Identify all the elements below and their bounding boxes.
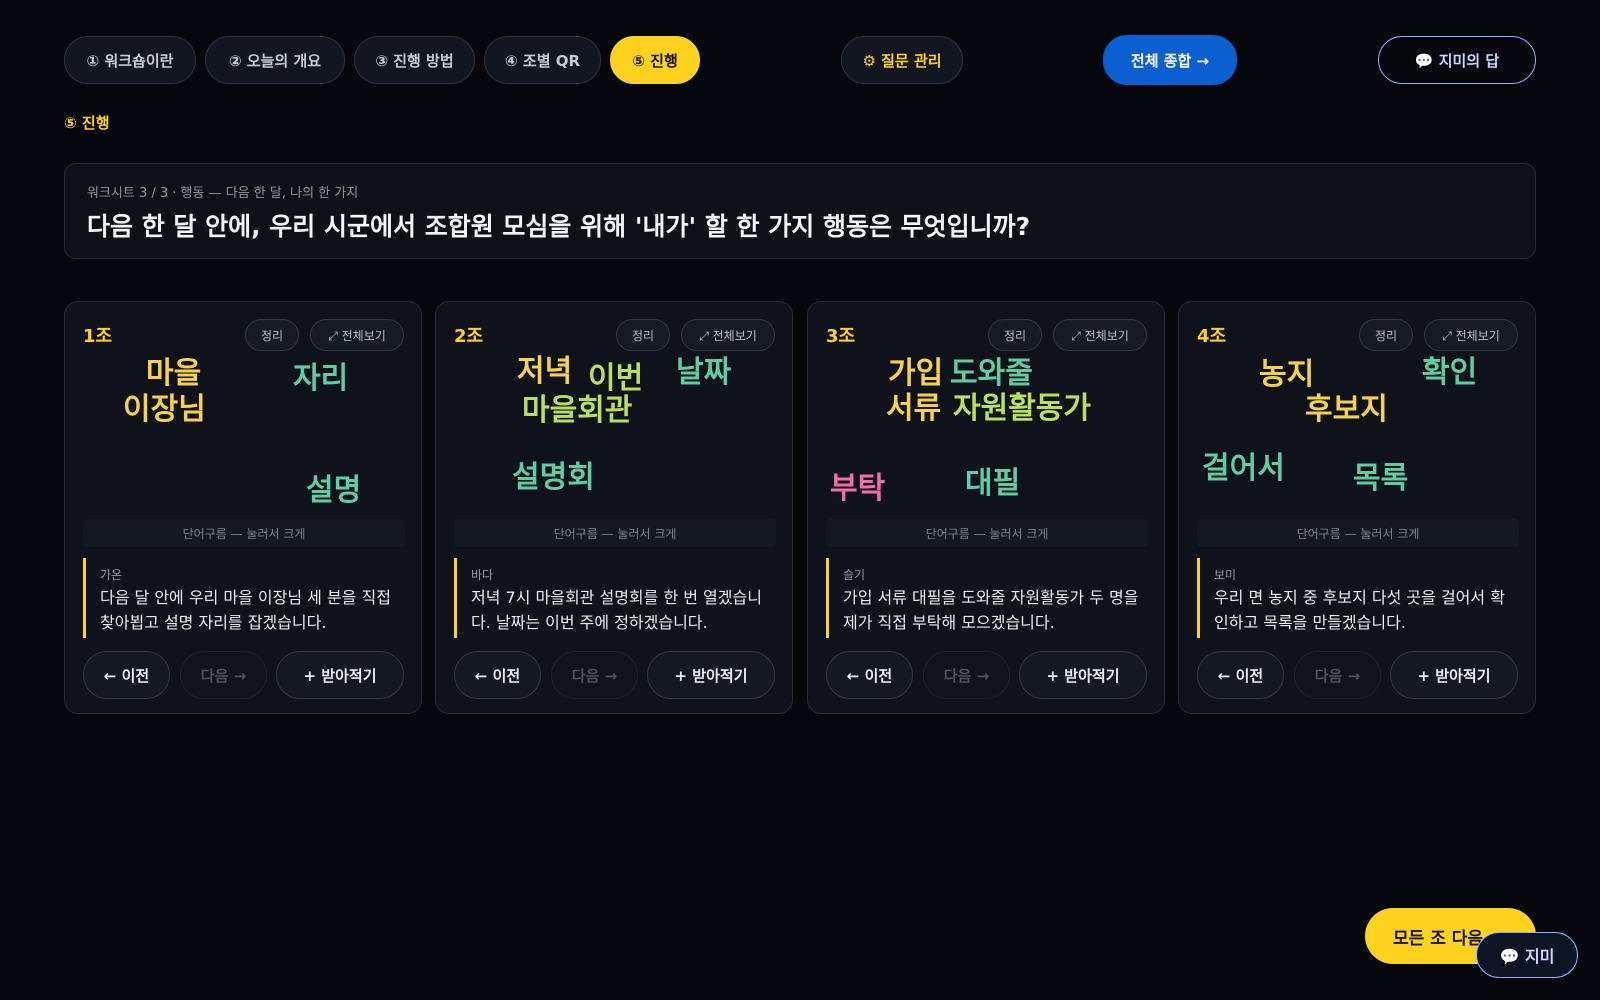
question-manage-button[interactable]: ⚙ 질문 관리 — [841, 36, 963, 84]
fullscreen-button[interactable]: ⤢ 전체보기 — [310, 319, 404, 351]
fullscreen-button[interactable]: ⤢ 전체보기 — [1424, 319, 1518, 351]
prev-button[interactable]: ← 이전 — [1197, 651, 1284, 699]
next-button[interactable]: 다음 → — [923, 651, 1010, 699]
cloud-word: 후보지 — [1305, 392, 1388, 427]
overall-summary-button[interactable]: 전체 종합 → — [1103, 35, 1237, 85]
next-button[interactable]: 다음 → — [180, 651, 267, 699]
cloud-word: 이번 — [588, 361, 644, 396]
cloud-word: 마을 — [146, 356, 202, 391]
answer-block: 보미 우리 면 농지 중 후보지 다섯 곳을 걸어서 확인하고 목록을 만들겠습… — [1197, 558, 1519, 638]
add-transcribe-button[interactable]: + 받아적기 — [1019, 651, 1147, 699]
group-card-2: 2조 정리 ⤢ 전체보기 저녁 이번 날짜 마을회관 설명회 단어구름 — 눌러… — [435, 301, 793, 714]
cloud-word: 걸어서 — [1202, 451, 1285, 486]
group-title: 1조 — [83, 326, 113, 347]
worksheet-subtitle: 워크시트 3 / 3 · 행동 — 다음 한 달, 나의 한 가지 — [87, 186, 359, 201]
word-cloud[interactable]: 저녁 이번 날짜 마을회관 설명회 — [436, 352, 794, 512]
group-card-3: 3조 정리 ⤢ 전체보기 가입 도와줄 서류 자원활동가 부탁 대필 단어구름 … — [807, 301, 1165, 714]
answer-text: 다음 달 안에 우리 마을 이장님 세 분을 직접 찾아뵙고 설명 자리를 잡겠… — [100, 588, 391, 632]
cloud-word: 서류 — [886, 391, 942, 426]
organize-button[interactable]: 정리 — [1359, 319, 1413, 351]
tab-workshop-intro[interactable]: ① 워크숍이란 — [64, 36, 196, 84]
tab-progress[interactable]: ⑤ 진행 — [610, 36, 700, 84]
organize-button[interactable]: 정리 — [616, 319, 670, 351]
cloud-word: 농지 — [1259, 357, 1315, 392]
cloud-word: 목록 — [1353, 461, 1409, 496]
cloud-caption: 단어구름 — 눌러서 크게 — [1197, 519, 1519, 547]
prev-button[interactable]: ← 이전 — [454, 651, 541, 699]
word-cloud[interactable]: 농지 확인 후보지 걸어서 목록 — [1179, 352, 1537, 512]
question-text: 다음 한 달 안에, 우리 시군에서 조합원 모심을 위해 '내가' 할 한 가… — [87, 212, 1031, 241]
tab-how-to-proceed[interactable]: ③ 진행 방법 — [354, 36, 475, 84]
group-card-4: 4조 정리 ⤢ 전체보기 농지 확인 후보지 걸어서 목록 단어구름 — 눌러서… — [1178, 301, 1536, 714]
cloud-word: 도와줄 — [950, 356, 1033, 391]
cloud-word: 가입 — [888, 356, 944, 391]
section-label: ⑤ 진행 — [64, 114, 110, 132]
answer-block: 가온 다음 달 안에 우리 마을 이장님 세 분을 직접 찾아뵙고 설명 자리를… — [83, 558, 405, 638]
cloud-word: 마을회관 — [522, 393, 633, 428]
cloud-caption: 단어구름 — 눌러서 크게 — [826, 519, 1148, 547]
answer-author: 보미 — [1214, 568, 1237, 582]
fullscreen-button[interactable]: ⤢ 전체보기 — [681, 319, 775, 351]
answer-author: 슬기 — [843, 568, 866, 582]
answer-block: 바다 저녁 7시 마을회관 설명회를 한 번 열겠습니다. 날짜는 이번 주에 … — [454, 558, 776, 638]
cloud-word: 자원활동가 — [953, 391, 1091, 426]
cloud-word: 부탁 — [830, 471, 886, 506]
cloud-word: 날짜 — [676, 355, 732, 390]
fullscreen-button[interactable]: ⤢ 전체보기 — [1053, 319, 1147, 351]
prev-button[interactable]: ← 이전 — [83, 651, 170, 699]
answer-text: 우리 면 농지 중 후보지 다섯 곳을 걸어서 확인하고 목록을 만들겠습니다. — [1214, 588, 1505, 632]
cloud-caption: 단어구름 — 눌러서 크게 — [83, 519, 405, 547]
group-title: 4조 — [1197, 326, 1227, 347]
cloud-word: 대필 — [965, 466, 1021, 501]
group-card-1: 1조 정리 ⤢ 전체보기 마을 이장님 자리 설명 단어구름 — 눌러서 크게 … — [64, 301, 422, 714]
cloud-word: 저녁 — [517, 354, 573, 389]
answer-text: 저녁 7시 마을회관 설명회를 한 번 열겠습니다. 날짜는 이번 주에 정하겠… — [471, 588, 762, 632]
cloud-word: 확인 — [1422, 355, 1478, 390]
word-cloud[interactable]: 가입 도와줄 서류 자원활동가 부탁 대필 — [808, 352, 1166, 512]
add-transcribe-button[interactable]: + 받아적기 — [647, 651, 775, 699]
prev-button[interactable]: ← 이전 — [826, 651, 913, 699]
next-button[interactable]: 다음 → — [1294, 651, 1381, 699]
answer-author: 바다 — [471, 568, 494, 582]
cloud-word: 이장님 — [123, 392, 206, 427]
word-cloud[interactable]: 마을 이장님 자리 설명 — [65, 352, 423, 512]
cloud-word: 설명회 — [512, 460, 595, 495]
question-box: 워크시트 3 / 3 · 행동 — 다음 한 달, 나의 한 가지 다음 한 달… — [64, 163, 1536, 259]
add-transcribe-button[interactable]: + 받아적기 — [276, 651, 404, 699]
organize-button[interactable]: 정리 — [245, 319, 299, 351]
organize-button[interactable]: 정리 — [988, 319, 1042, 351]
top-navigation: ① 워크숍이란 ② 오늘의 개요 ③ 진행 방법 ④ 조별 QR ⑤ 진행 ⚙ … — [64, 35, 1536, 85]
next-button[interactable]: 다음 → — [551, 651, 638, 699]
answer-text: 가입 서류 대필을 도와줄 자원활동가 두 명을 제가 직접 부탁해 모으겠습니… — [843, 588, 1139, 632]
answer-author: 가온 — [100, 568, 123, 582]
tab-today-overview[interactable]: ② 오늘의 개요 — [205, 36, 345, 84]
answer-block: 슬기 가입 서류 대필을 도와줄 자원활동가 두 명을 제가 직접 부탁해 모으… — [826, 558, 1148, 638]
cloud-word: 설명 — [306, 473, 362, 508]
group-title: 3조 — [826, 326, 856, 347]
cloud-word: 자리 — [293, 361, 349, 396]
add-transcribe-button[interactable]: + 받아적기 — [1390, 651, 1518, 699]
tab-group-qr[interactable]: ④ 조별 QR — [484, 36, 601, 84]
jimi-chat-button[interactable]: 💬 지미 — [1476, 932, 1578, 978]
cloud-caption: 단어구름 — 눌러서 크게 — [454, 519, 776, 547]
jimi-answer-button[interactable]: 💬 지미의 답 — [1378, 36, 1536, 84]
group-title: 2조 — [454, 326, 484, 347]
